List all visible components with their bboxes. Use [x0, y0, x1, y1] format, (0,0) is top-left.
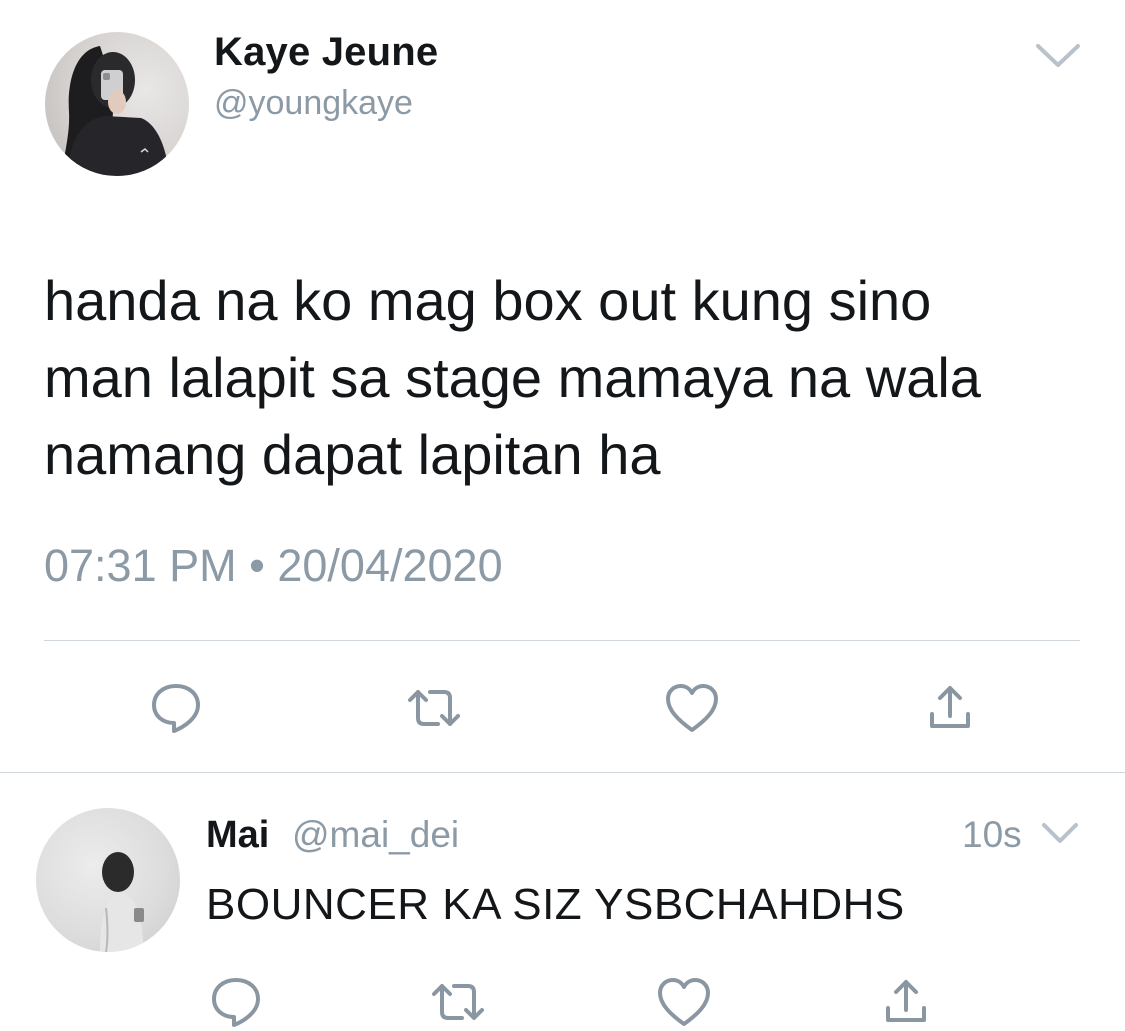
retweet-icon[interactable] [428, 974, 488, 1030]
author-name[interactable]: Kaye Jeune [214, 30, 438, 75]
like-icon[interactable] [654, 974, 714, 1030]
reply-text: BOUNCER KA SIZ YSBCHAHDHS [206, 880, 905, 929]
reply-author-handle[interactable]: @mai_dei [292, 814, 459, 856]
divider [44, 640, 1080, 641]
share-icon[interactable] [920, 680, 980, 736]
share-icon[interactable] [876, 974, 936, 1030]
main-tweet: Kaye Jeune @youngkaye handa na ko mag bo… [0, 0, 1125, 772]
reply-icon[interactable] [146, 678, 206, 734]
reply-icon[interactable] [206, 972, 266, 1028]
author-handle[interactable]: @youngkaye [214, 84, 413, 123]
tweet-text: handa na ko mag box out kung sino man la… [44, 269, 981, 486]
author-avatar[interactable] [45, 32, 189, 176]
tweet-timestamp[interactable]: 07:31 PM • 20/04/2020 [44, 540, 503, 592]
reply-author-avatar[interactable] [36, 808, 180, 952]
chevron-down-icon[interactable] [1040, 820, 1080, 846]
divider [0, 772, 1125, 773]
like-icon[interactable] [662, 680, 722, 736]
reply-time-ago: 10s [962, 814, 1022, 855]
chevron-down-icon[interactable] [1034, 40, 1082, 70]
retweet-icon[interactable] [404, 680, 464, 736]
reply-author-name[interactable]: Mai [206, 814, 269, 857]
